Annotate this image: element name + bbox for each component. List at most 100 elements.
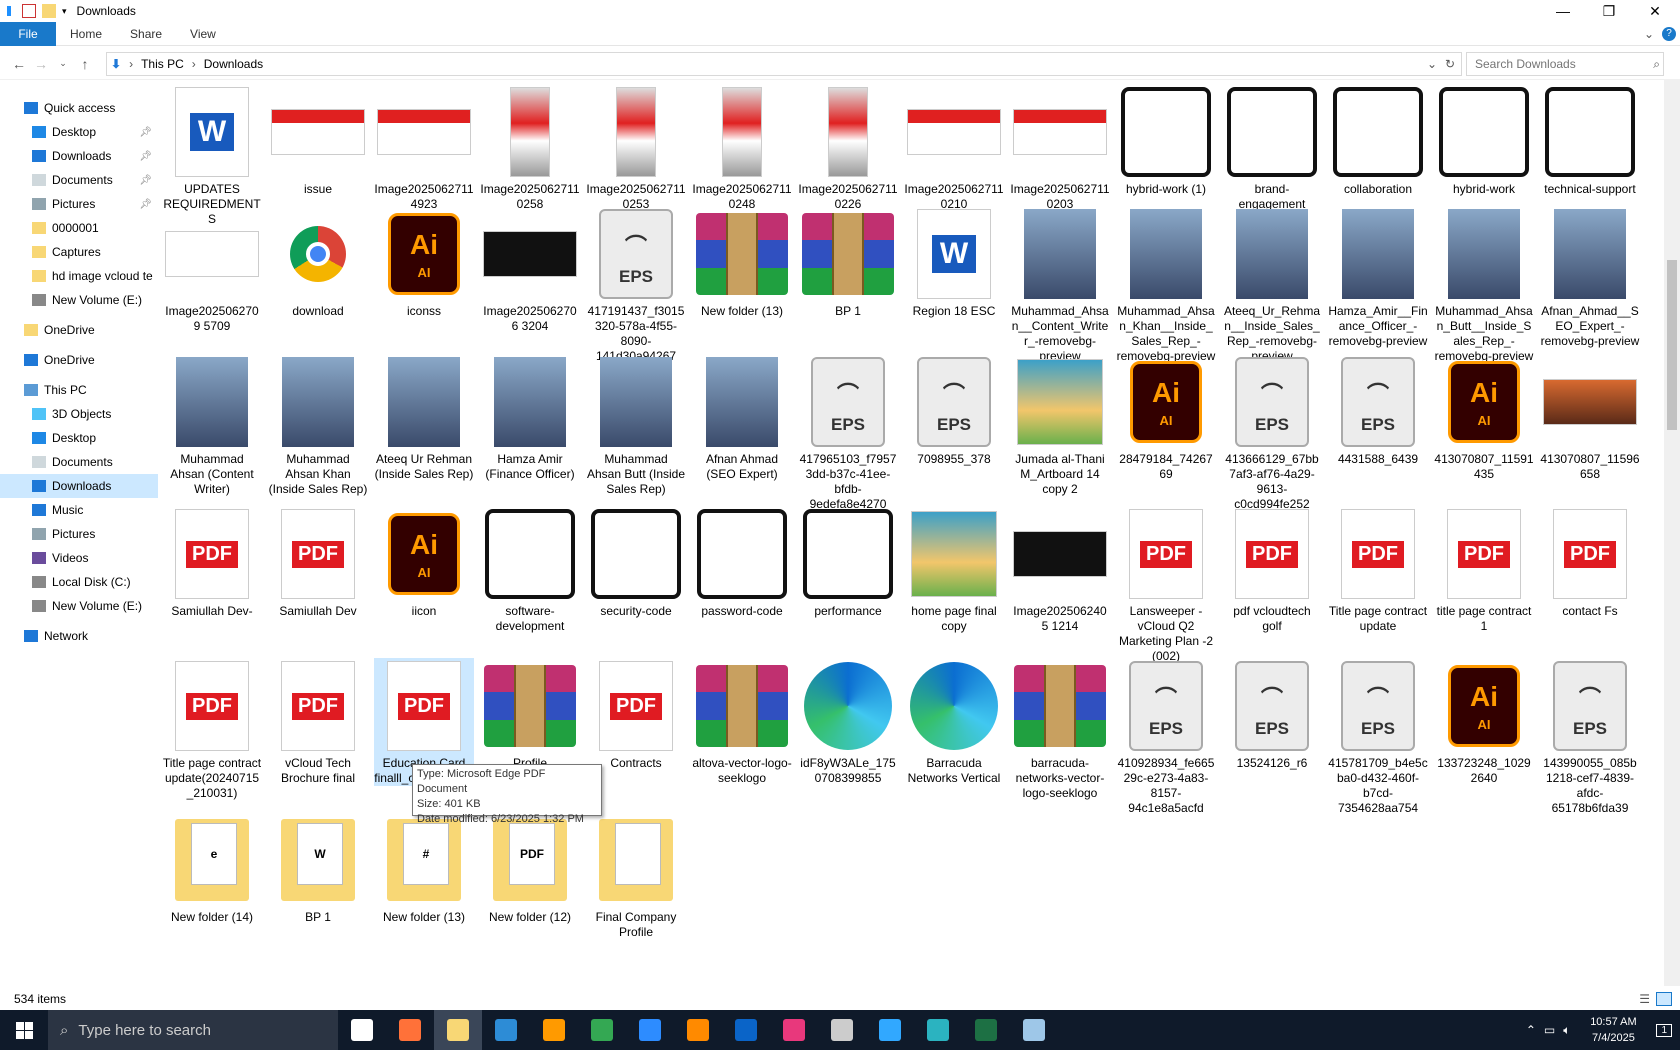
taskbar-chrome-button[interactable]: [578, 1010, 626, 1050]
file-item[interactable]: Image2025062405 1214: [1010, 506, 1110, 634]
file-item[interactable]: Image2025062706 3204: [480, 206, 580, 334]
file-item[interactable]: issue: [268, 84, 368, 197]
network-icon[interactable]: ▭: [1544, 1023, 1555, 1037]
help-icon[interactable]: ?: [1662, 26, 1676, 41]
file-item[interactable]: Afnan Ahmad (SEO Expert): [692, 354, 792, 482]
file-item[interactable]: Final Company Profile: [586, 812, 686, 940]
file-item[interactable]: Image2025062709 5709: [162, 206, 262, 334]
file-item[interactable]: Muhammad_Ahsan_Khan__Inside_Sales_Rep_-r…: [1116, 206, 1216, 364]
taskbar-vscode-button[interactable]: [482, 1010, 530, 1050]
file-item[interactable]: # New folder (13): [374, 812, 474, 925]
file-item[interactable]: Image20250627110248: [692, 84, 792, 212]
file-item[interactable]: idF8yW3ALe_1750708399855: [798, 658, 898, 786]
file-item[interactable]: download: [268, 206, 368, 319]
sidebar-item-onedrive[interactable]: OneDrive: [0, 318, 158, 342]
file-item[interactable]: Hamza Amir (Finance Officer): [480, 354, 580, 482]
sidebar-item-quick-access[interactable]: Quick access: [0, 96, 158, 120]
clock[interactable]: 10:57 AM 7/4/2025: [1578, 1014, 1648, 1046]
file-item[interactable]: security-code: [586, 506, 686, 619]
taskbar-creative-cloud-button[interactable]: [770, 1010, 818, 1050]
maximize-button[interactable]: ❐: [1586, 0, 1632, 22]
file-item[interactable]: Image20250627110258: [480, 84, 580, 212]
file-item[interactable]: PDF vCloud Tech Brochure final: [268, 658, 368, 786]
taskbar-firefox-button[interactable]: [386, 1010, 434, 1050]
taskbar-illustrator-button[interactable]: [530, 1010, 578, 1050]
sidebar-item-new-volume-e[interactable]: New Volume (E:): [0, 594, 158, 618]
file-item[interactable]: technical-support: [1540, 84, 1640, 197]
file-item[interactable]: PDF Samiullah Dev-: [162, 506, 262, 619]
tab-home[interactable]: Home: [56, 27, 116, 41]
sidebar-item-desktop[interactable]: Desktop: [0, 426, 158, 450]
file-item[interactable]: Ai AI iicon: [374, 506, 474, 619]
sidebar-item-3d-objects[interactable]: 3D Objects: [0, 402, 158, 426]
file-item[interactable]: PDF Samiullah Dev: [268, 506, 368, 619]
file-item[interactable]: Muhammad_Ahsan_Butt__Inside_Sales_Rep_-r…: [1434, 206, 1534, 364]
file-item[interactable]: W Region 18 ESC: [904, 206, 1004, 319]
file-item[interactable]: Image20250627110203: [1010, 84, 1110, 212]
file-item[interactable]: ⌒ EPS 4431588_6439: [1328, 354, 1428, 467]
file-item[interactable]: ⌒ EPS 13524126_r6: [1222, 658, 1322, 771]
file-item[interactable]: Ateeq Ur Rehman (Inside Sales Rep): [374, 354, 474, 482]
sidebar-item-desktop[interactable]: Desktop 📌︎: [0, 120, 158, 144]
file-item[interactable]: home page final copy: [904, 506, 1004, 634]
recent-locations-icon[interactable]: ⌄: [52, 58, 74, 69]
close-button[interactable]: ✕: [1632, 0, 1678, 22]
sidebar-item-0000001[interactable]: 0000001: [0, 216, 158, 240]
large-icons-view-icon[interactable]: [1656, 992, 1672, 1006]
file-item[interactable]: password-code: [692, 506, 792, 619]
taskbar-task-view-button[interactable]: [338, 1010, 386, 1050]
sidebar-item-music[interactable]: Music: [0, 498, 158, 522]
file-item[interactable]: 413070807_11596658: [1540, 354, 1640, 482]
sidebar-item-network[interactable]: Network: [0, 624, 158, 648]
scrollbar-thumb[interactable]: [1667, 260, 1677, 430]
file-item[interactable]: hybrid-work (1): [1116, 84, 1216, 197]
taskbar-notepad-button[interactable]: [1010, 1010, 1058, 1050]
back-arrow-icon[interactable]: ←: [8, 56, 30, 72]
file-item[interactable]: PDF New folder (12): [480, 812, 580, 925]
file-item[interactable]: Image20250627110226: [798, 84, 898, 212]
file-item[interactable]: New folder (13): [692, 206, 792, 319]
file-item[interactable]: Ai AI 133723248_10292640: [1434, 658, 1534, 786]
file-item[interactable]: Image20250627110210: [904, 84, 1004, 212]
file-item[interactable]: ⌒ EPS 143990055_085b1218-cef7-4839-afdc-65…: [1540, 658, 1640, 816]
taskbar-zoom-button[interactable]: [626, 1010, 674, 1050]
file-item[interactable]: hybrid-work: [1434, 84, 1534, 197]
file-item[interactable]: Ai AI 28479184_7426769: [1116, 354, 1216, 482]
file-item[interactable]: performance: [798, 506, 898, 619]
file-item[interactable]: software-development: [480, 506, 580, 634]
breadcrumb-separator-icon[interactable]: ›: [129, 57, 133, 71]
chevron-up-icon[interactable]: ⌃: [1526, 1023, 1536, 1037]
sidebar-item-documents[interactable]: Documents 📌︎: [0, 168, 158, 192]
expand-ribbon-icon[interactable]: ⌄: [1644, 27, 1654, 41]
taskbar-excel-button[interactable]: [962, 1010, 1010, 1050]
taskbar-sublime-button[interactable]: [674, 1010, 722, 1050]
tab-share[interactable]: Share: [116, 27, 176, 41]
sidebar-item-videos[interactable]: Videos: [0, 546, 158, 570]
file-item[interactable]: Ai AI iconss: [374, 206, 474, 319]
file-item[interactable]: BP 1: [798, 206, 898, 319]
refresh-icon[interactable]: ↻: [1445, 57, 1455, 71]
file-item[interactable]: Image20250627110253: [586, 84, 686, 212]
file-item[interactable]: ⌒ EPS 415781709_b4e5cba0-d432-460f-b7cd-73…: [1328, 658, 1428, 816]
file-item[interactable]: PDF Contracts: [586, 658, 686, 771]
file-item[interactable]: Profile: [480, 658, 580, 771]
sidebar-item-pictures[interactable]: Pictures 📌︎: [0, 192, 158, 216]
file-item[interactable]: Hamza_Amir__Finance_Officer_-removebg-pr…: [1328, 206, 1428, 349]
file-item[interactable]: Ai AI 413070807_11591435: [1434, 354, 1534, 482]
taskbar-file-explorer-button[interactable]: [434, 1010, 482, 1050]
file-item[interactable]: Barracuda Networks Vertical: [904, 658, 1004, 786]
download-arrow-icon[interactable]: [2, 4, 16, 18]
sidebar-item-onedrive[interactable]: OneDrive: [0, 348, 158, 372]
taskbar-search[interactable]: ⌕ Type here to search: [48, 1010, 338, 1050]
file-item[interactable]: ⌒ EPS 413666129_67bb7af3-af76-4a29-9613-c0…: [1222, 354, 1322, 512]
file-item[interactable]: ⌒ EPS 410928934_fe66529c-e273-4a83-8157-94…: [1116, 658, 1216, 816]
new-folder-icon[interactable]: [42, 4, 56, 18]
taskbar-app-button[interactable]: [914, 1010, 962, 1050]
file-item[interactable]: PDF pdf vcloudtech golf: [1222, 506, 1322, 634]
address-bar[interactable]: ⬇ › This PC › Downloads ⌄ ↻: [106, 52, 1462, 76]
file-item[interactable]: PDF title page contract 1: [1434, 506, 1534, 634]
notification-icon[interactable]: 1: [1656, 1023, 1672, 1037]
minimize-button[interactable]: —: [1540, 0, 1586, 22]
volume-icon[interactable]: 🔈︎: [1563, 1023, 1570, 1038]
sidebar-item-local-disk-c[interactable]: Local Disk (C:): [0, 570, 158, 594]
